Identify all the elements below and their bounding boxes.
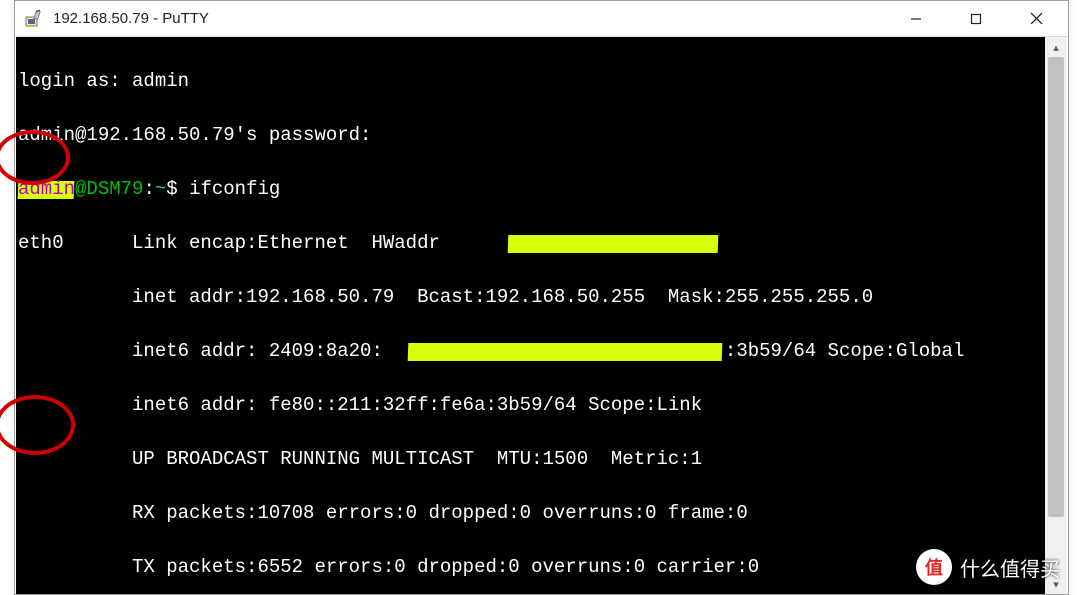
close-button[interactable]: [1006, 2, 1066, 36]
scroll-thumb[interactable]: [1048, 57, 1064, 517]
login-user: admin: [132, 70, 189, 92]
titlebar[interactable]: 192.168.50.79 - PuTTY: [15, 1, 1068, 37]
terminal-output[interactable]: login as: admin admin@192.168.50.79's pa…: [16, 37, 1045, 594]
window-controls: [886, 2, 1066, 36]
eth0-inet6-link: inet6 addr: fe80::211:32ff:fe6a:3b59/64 …: [18, 394, 702, 416]
maximize-button[interactable]: [946, 2, 1006, 36]
login-prompt: login as:: [18, 70, 132, 92]
watermark-badge: 值: [916, 549, 952, 585]
scrollbar[interactable]: ▴ ▾: [1045, 37, 1067, 594]
scroll-up-arrow[interactable]: ▴: [1045, 37, 1067, 57]
putty-window: 192.168.50.79 - PuTTY login as: admin ad…: [14, 0, 1069, 595]
eth0-rx-packets: RX packets:10708 errors:0 dropped:0 over…: [18, 502, 748, 524]
prompt-user: admin: [18, 178, 75, 200]
prompt-host: DSM79: [86, 178, 143, 200]
eth0-flags: UP BROADCAST RUNNING MULTICAST MTU:1500 …: [18, 448, 702, 470]
putty-icon: [23, 9, 43, 29]
terminal-area: login as: admin admin@192.168.50.79's pa…: [16, 37, 1067, 594]
prompt-path: ~: [155, 178, 166, 200]
eth0-name: eth0: [18, 232, 64, 254]
minimize-button[interactable]: [886, 2, 946, 36]
eth0-inet: inet addr:192.168.50.79 Bcast:192.168.50…: [18, 286, 873, 308]
window-title: 192.168.50.79 - PuTTY: [53, 10, 886, 27]
command: ifconfig: [189, 178, 280, 200]
eth0-tx-packets: TX packets:6552 errors:0 dropped:0 overr…: [18, 556, 759, 578]
watermark: 值 什么值得买: [916, 549, 1060, 585]
watermark-text: 什么值得买: [960, 553, 1060, 582]
password-line: admin@192.168.50.79's password:: [18, 124, 371, 146]
